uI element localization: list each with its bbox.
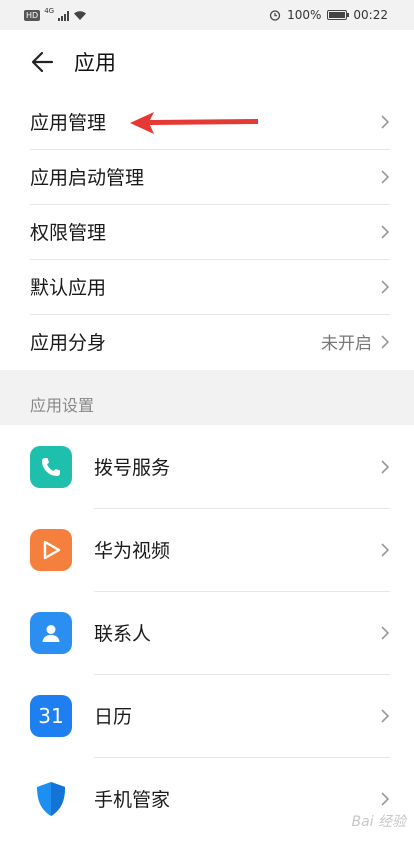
settings-item-app-twin[interactable]: 应用分身 未开启	[0, 314, 414, 369]
app-item-label: 联系人	[94, 623, 152, 645]
chevron-right-icon	[381, 625, 390, 640]
battery-icon	[327, 10, 350, 20]
phone-icon	[30, 445, 72, 488]
app-item-huawei-video[interactable]: 华为视频	[0, 508, 414, 591]
chevron-right-icon	[381, 169, 390, 184]
apps-list: 拨号服务 华为视频 联系人 31 日历 手机管家	[0, 425, 414, 841]
watermark: Bai 经验	[351, 811, 406, 831]
app-item-dialer[interactable]: 拨号服务	[0, 425, 414, 508]
settings-item-default-apps[interactable]: 默认应用	[0, 259, 414, 314]
section-title: 应用设置	[30, 396, 95, 415]
page-title: 应用	[74, 51, 116, 75]
clock: 00:22	[353, 8, 388, 22]
status-right: 100% 00:22	[269, 8, 388, 22]
settings-item-label: 默认应用	[30, 277, 107, 299]
app-item-contacts[interactable]: 联系人	[0, 591, 414, 674]
app-item-label: 手机管家	[94, 789, 171, 811]
chevron-right-icon	[381, 708, 390, 723]
settings-item-app-launch-management[interactable]: 应用启动管理	[0, 149, 414, 204]
hd-badge: HD	[24, 9, 41, 21]
app-header: 应用	[0, 30, 414, 94]
app-item-label: 日历	[94, 706, 133, 728]
app-item-calendar[interactable]: 31 日历	[0, 674, 414, 757]
chevron-right-icon	[381, 224, 390, 239]
settings-item-label: 应用管理	[30, 112, 107, 134]
app-settings-list: 应用管理 应用启动管理 权限管理 默认应用 应用分身 未开启	[0, 94, 414, 370]
alarm-icon	[269, 10, 281, 21]
chevron-right-icon	[381, 791, 390, 806]
settings-item-label: 应用启动管理	[30, 167, 145, 189]
signal-icon	[58, 10, 70, 21]
network-type: 4G	[44, 7, 55, 15]
status-left: HD 4G	[24, 7, 87, 21]
contact-person-icon	[30, 611, 72, 654]
app-item-label: 拨号服务	[94, 457, 171, 479]
settings-item-label: 应用分身	[30, 332, 107, 354]
calendar-icon-number: 31	[38, 703, 64, 728]
chevron-right-icon	[381, 279, 390, 294]
wifi-icon	[74, 10, 87, 20]
settings-item-label: 权限管理	[30, 222, 107, 244]
chevron-right-icon	[381, 542, 390, 557]
calendar-icon: 31	[30, 694, 72, 737]
status-bar: HD 4G 100% 00:22	[0, 0, 414, 30]
settings-item-value: 未开启	[321, 334, 372, 354]
settings-item-app-management[interactable]: 应用管理	[0, 94, 414, 149]
battery-percent: 100%	[287, 8, 322, 22]
settings-item-permission-management[interactable]: 权限管理	[0, 204, 414, 259]
chevron-right-icon	[381, 114, 390, 129]
app-item-label: 华为视频	[94, 540, 171, 562]
chevron-right-icon	[381, 459, 390, 474]
chevron-right-icon	[381, 334, 390, 349]
video-play-icon	[30, 528, 72, 571]
shield-icon	[30, 778, 72, 820]
watermark-text: Bai 经验	[351, 814, 406, 830]
back-arrow-icon[interactable]	[28, 49, 54, 75]
